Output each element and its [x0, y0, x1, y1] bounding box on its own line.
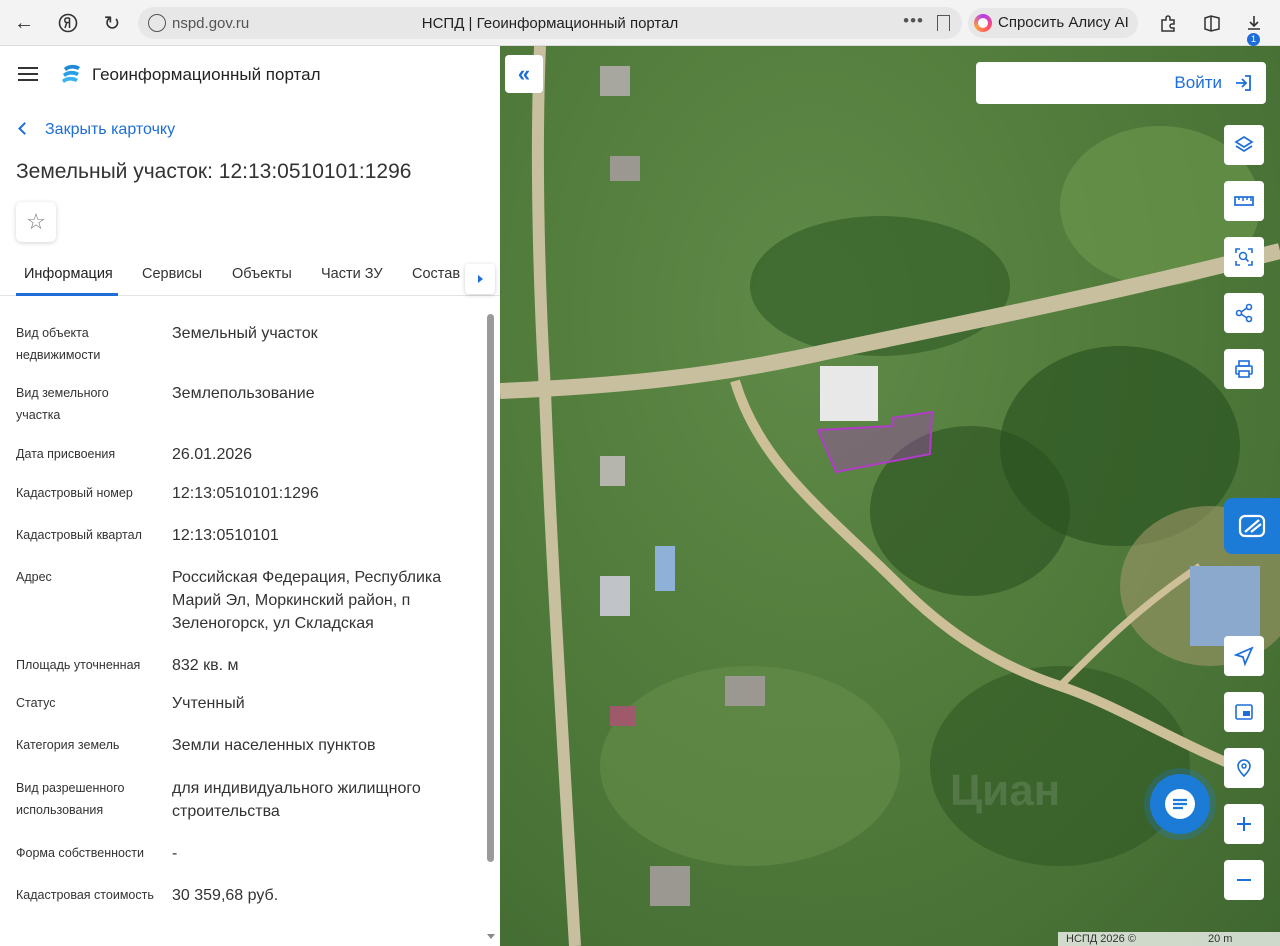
chat-icon [1165, 789, 1195, 819]
tab-information[interactable]: Информация [24, 266, 113, 282]
collapse-panel-button[interactable]: « [505, 55, 543, 93]
search-location-button[interactable] [1224, 748, 1264, 788]
field-label: Вид разрешенного использования [16, 781, 125, 817]
field-value: Российская Федерация, Республика Марий Э… [172, 569, 442, 632]
back-icon[interactable]: ← [10, 9, 38, 37]
measure-button[interactable] [1224, 181, 1264, 221]
bookmark-icon[interactable] [937, 15, 950, 31]
alice-icon [974, 14, 992, 32]
map-watermark: Циан [950, 766, 1061, 815]
alice-label: Спросить Алису AI [998, 14, 1129, 31]
downloads-badge: 1 [1247, 33, 1260, 46]
ruler-icon [1234, 196, 1254, 206]
reload-icon[interactable]: ↻ [98, 9, 126, 37]
field-label: Кадастровая стоимость [16, 888, 154, 902]
area-search-icon [1235, 248, 1253, 266]
collections-icon[interactable] [1198, 9, 1226, 37]
downloads-icon[interactable]: 1 [1240, 9, 1268, 46]
field-value: Землепользование [172, 385, 315, 402]
field-value: 12:13:0510101 [172, 527, 279, 544]
attribution-text: НСПД 2026 © [1066, 933, 1136, 945]
my-location-button[interactable] [1224, 636, 1264, 676]
tab-parts[interactable]: Части ЗУ [321, 266, 383, 282]
field-value: - [172, 845, 178, 862]
field-label: Кадастровый номер [16, 486, 133, 500]
info-panel: Геоинформационный портал Закрыть карточк… [0, 46, 500, 946]
portal-title: Геоинформационный портал [92, 65, 321, 84]
tab-objects[interactable]: Объекты [232, 266, 292, 282]
field-value: 26.01.2026 [172, 446, 253, 463]
more-icon[interactable]: ••• [903, 11, 924, 31]
login-label: Войти [1174, 73, 1222, 92]
layers-button[interactable] [1224, 125, 1264, 165]
address-bar[interactable]: nspd.gov.ru НСПД | Геоинформационный пор… [138, 7, 962, 39]
close-card-label: Закрыть карточку [45, 121, 176, 138]
tab-services[interactable]: Сервисы [142, 266, 202, 282]
field-value: для индивидуального жилищного строительс… [172, 780, 421, 820]
field-value: 12:13:0510101:1296 [172, 485, 319, 502]
field-label: Адрес [16, 570, 52, 584]
layers-icon [1234, 135, 1254, 153]
alice-button[interactable]: Спросить Алису AI [968, 8, 1138, 38]
gosuslugi-button[interactable] [1224, 498, 1280, 554]
panel-scrollbar[interactable] [487, 314, 494, 862]
scroll-down-icon[interactable] [487, 934, 495, 939]
plus-icon [1237, 817, 1251, 831]
yandex-icon[interactable] [54, 9, 82, 37]
tabs-scroll-right-button[interactable] [465, 264, 495, 294]
card-title: Земельный участок: 12:13:0510101:1296 [16, 160, 412, 183]
field-label: Категория земель [16, 738, 120, 752]
favorite-star-icon[interactable]: ☆ [16, 202, 56, 242]
card-tabs: Информация Сервисы Объекты Части ЗУ Сост… [0, 254, 500, 296]
field-value: 30 359,68 руб. [172, 887, 279, 904]
print-button[interactable] [1224, 349, 1264, 389]
field-label: Вид объекта недвижимости [16, 326, 101, 362]
gosuslugi-icon [1238, 514, 1266, 538]
tab-title: НСПД | Геоинформационный портал [421, 15, 679, 32]
chevron-left-icon [18, 122, 31, 135]
browser-toolbar: ← ↻ nspd.gov.ru НСПД | Геоинформационный… [0, 0, 1280, 46]
map-attribution: НСПД 2026 © 20 m [1058, 932, 1280, 946]
zoom-out-button[interactable] [1224, 860, 1264, 900]
extensions-icon[interactable] [1154, 9, 1182, 37]
field-label: Площадь уточненная [16, 658, 141, 672]
login-button[interactable]: Войти [976, 62, 1266, 104]
field-label: Вид земельного участка [16, 386, 109, 422]
tab-composition[interactable]: Состав [412, 266, 460, 282]
picture-in-picture-icon [1235, 704, 1253, 720]
scale-label: 20 m [1208, 933, 1233, 945]
minus-icon [1237, 879, 1251, 881]
field-value: Учтенный [172, 695, 245, 712]
login-icon [1236, 75, 1251, 91]
portal-logo-icon [62, 64, 80, 83]
field-label: Форма собственности [16, 846, 144, 860]
field-value: Земельный участок [172, 325, 318, 342]
close-card-link[interactable]: Закрыть карточку [18, 121, 176, 139]
chat-button[interactable] [1150, 774, 1210, 834]
field-label: Кадастровый квартал [16, 528, 142, 542]
share-icon [1235, 303, 1253, 323]
zoom-in-button[interactable] [1224, 804, 1264, 844]
navigation-icon [1233, 646, 1254, 667]
chevron-right-icon [477, 275, 483, 283]
menu-icon[interactable] [18, 67, 38, 81]
share-button[interactable] [1224, 293, 1264, 333]
minimap-button[interactable] [1224, 692, 1264, 732]
map-view[interactable]: Циан « Войти НСПД 2026 © 20 m [500, 46, 1280, 946]
active-tab-indicator [16, 293, 118, 296]
location-search-icon [1237, 759, 1251, 778]
field-label: Статус [16, 696, 56, 710]
print-icon [1235, 360, 1253, 378]
field-label: Дата присвоения [16, 447, 116, 461]
select-area-button[interactable] [1224, 237, 1264, 277]
field-value: Земли населенных пунктов [172, 737, 376, 754]
field-value: 832 кв. м [172, 657, 239, 674]
